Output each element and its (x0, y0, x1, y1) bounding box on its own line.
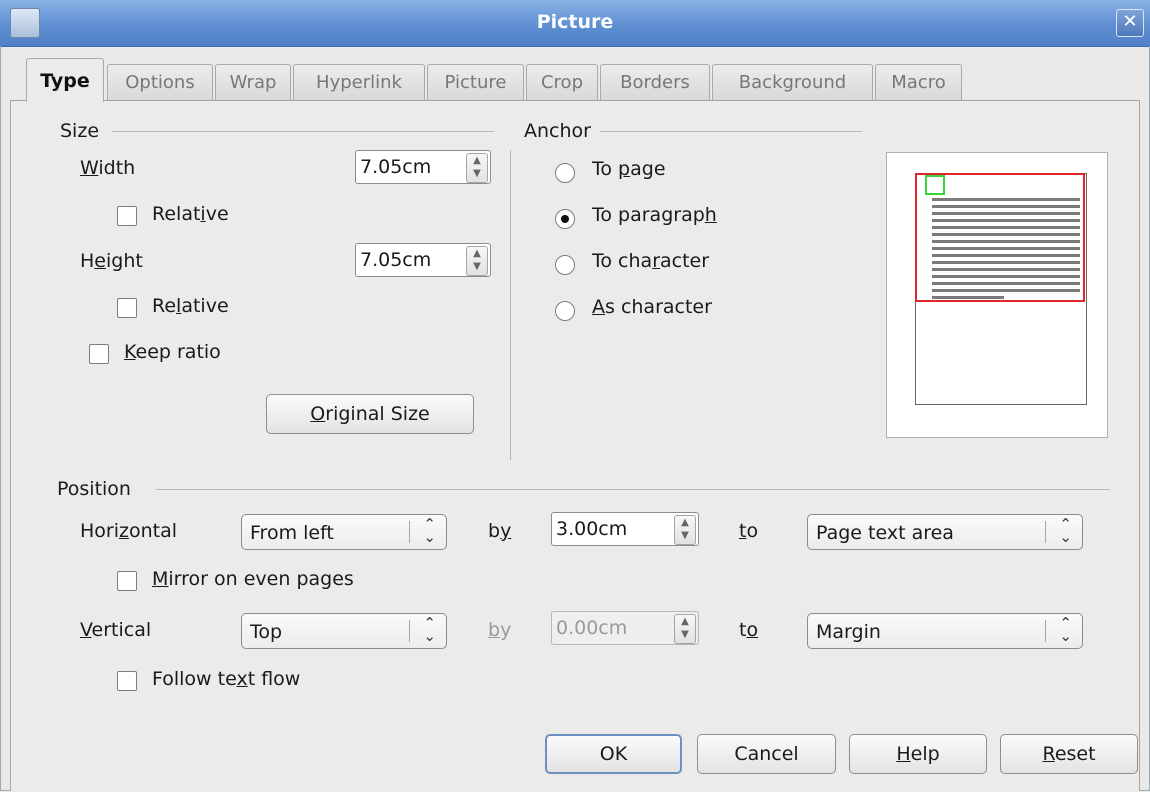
height-spinbox[interactable]: 7.05cm ▲ ▼ (355, 243, 491, 277)
height-relative-checkbox[interactable] (117, 298, 137, 318)
horizontal-to-label: to (739, 520, 759, 542)
vertical-value: Top (250, 621, 283, 643)
close-icon[interactable]: ✕ (1116, 9, 1144, 37)
vertical-combo[interactable]: Top ⌃ ⌄ (241, 613, 447, 649)
vertical-to-combo[interactable]: Margin ⌃ ⌄ (807, 613, 1083, 649)
horizontal-to-value: Page text area (816, 522, 954, 544)
spin-arrows-icon[interactable]: ▲ ▼ (674, 515, 696, 545)
vertical-separator (510, 150, 511, 460)
anchor-to-character-radio[interactable] (555, 255, 575, 275)
vertical-by-spinbox: 0.00cm ▲ ▼ (551, 611, 699, 645)
mirror-checkbox[interactable] (117, 571, 137, 591)
cancel-button[interactable]: Cancel (697, 734, 836, 774)
anchor-section-label: Anchor (524, 120, 591, 142)
tab-options[interactable]: Options (107, 64, 213, 100)
tab-picture[interactable]: Picture (427, 64, 524, 100)
follow-text-flow-label: Follow text flow (152, 668, 301, 690)
spin-arrows-icon: ▲ ▼ (674, 614, 696, 644)
anchor-section-line (600, 131, 862, 132)
spin-arrows-icon[interactable]: ▲ ▼ (466, 246, 488, 276)
position-section-line (156, 489, 1110, 490)
vertical-to-value: Margin (816, 621, 881, 643)
combo-arrows-icon: ⌃ ⌄ (1059, 614, 1072, 645)
window-title: Picture (536, 11, 614, 33)
tab-crop[interactable]: Crop (526, 64, 598, 100)
combo-arrows-icon: ⌃ ⌄ (423, 515, 436, 546)
combo-arrows-icon: ⌃ ⌄ (423, 614, 436, 645)
tab-wrap[interactable]: Wrap (215, 64, 291, 100)
horizontal-label: Horizontal (80, 520, 178, 542)
tab-type[interactable]: Type (26, 58, 104, 102)
keep-ratio-checkbox[interactable] (89, 344, 109, 364)
horizontal-combo[interactable]: From left ⌃ ⌄ (241, 514, 447, 550)
anchor-to-paragraph-label: To paragraph (592, 204, 717, 226)
vertical-by-label: by (488, 619, 512, 641)
keep-ratio-label: Keep ratio (124, 341, 221, 363)
width-relative-label: Relative (152, 203, 229, 225)
preview-picture-frame (925, 175, 945, 195)
anchor-as-character-radio[interactable] (555, 301, 575, 321)
width-value: 7.05cm (360, 156, 432, 178)
width-spinbox[interactable]: 7.05cm ▲ ▼ (355, 150, 491, 184)
spin-arrows-icon[interactable]: ▲ ▼ (466, 153, 488, 183)
vertical-by-value: 0.00cm (556, 617, 628, 639)
width-relative-checkbox[interactable] (117, 206, 137, 226)
tab-borders[interactable]: Borders (600, 64, 710, 100)
anchor-to-paragraph-radio[interactable] (555, 209, 575, 229)
horizontal-by-spinbox[interactable]: 3.00cm ▲ ▼ (551, 512, 699, 546)
original-size-button[interactable]: Original Size (266, 394, 474, 434)
height-label: Height (80, 250, 143, 272)
anchor-to-page-radio[interactable] (555, 163, 575, 183)
horizontal-by-label: by (488, 520, 512, 542)
size-section-label: Size (60, 120, 100, 142)
vertical-label: Vertical (80, 619, 152, 641)
vertical-to-label: to (739, 619, 759, 641)
anchor-to-page-label: To page (592, 158, 666, 180)
width-label: Width (80, 157, 136, 179)
follow-text-flow-checkbox[interactable] (117, 671, 137, 691)
horizontal-to-combo[interactable]: Page text area ⌃ ⌄ (807, 514, 1083, 550)
horizontal-value: From left (250, 522, 334, 544)
reset-button[interactable]: Reset (1000, 734, 1138, 774)
position-section-label: Position (57, 478, 131, 500)
height-relative-label: Relative (152, 295, 229, 317)
height-value: 7.05cm (360, 249, 432, 271)
tab-macro[interactable]: Macro (875, 64, 962, 100)
horizontal-by-value: 3.00cm (556, 518, 628, 540)
anchor-as-character-label: As character (592, 296, 712, 318)
help-button[interactable]: Help (849, 734, 987, 774)
combo-arrows-icon: ⌃ ⌄ (1059, 515, 1072, 546)
size-section-line (112, 131, 494, 132)
anchor-to-character-label: To character (592, 250, 710, 272)
mirror-label: Mirror on even pages (152, 568, 354, 590)
tab-hyperlink[interactable]: Hyperlink (293, 64, 425, 100)
tab-background[interactable]: Background (712, 64, 873, 100)
ok-button[interactable]: OK (545, 734, 682, 774)
